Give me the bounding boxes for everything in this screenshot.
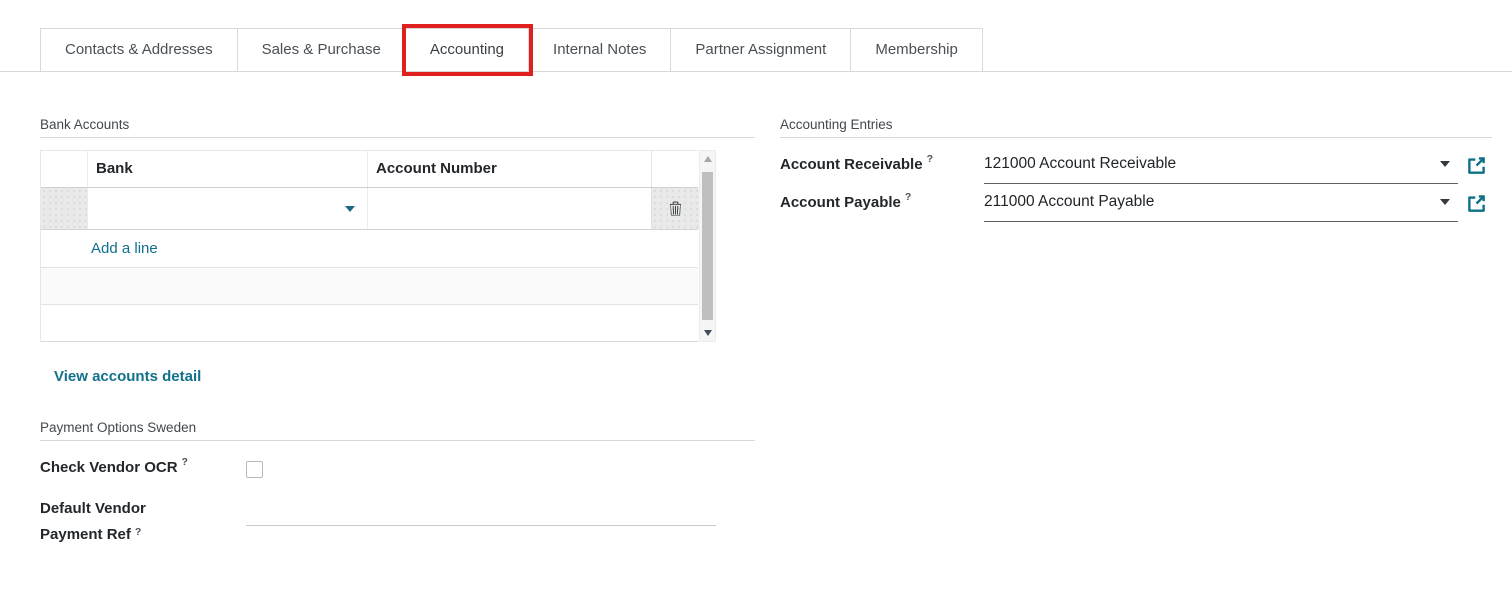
bank-column-header[interactable]: Bank [87, 151, 367, 187]
trash-icon [668, 201, 683, 217]
account-payable-label: Account Payable? [780, 194, 911, 211]
account-payable-value: 211000 Account Payable [984, 193, 1154, 210]
chevron-down-icon[interactable] [345, 206, 355, 212]
help-icon[interactable]: ? [927, 153, 933, 165]
bank-cell-dropdown[interactable] [87, 188, 367, 229]
scrollbar-thumb[interactable] [702, 172, 713, 320]
default-vendor-payment-ref-label: Default Vendor Payment Ref? [40, 496, 220, 548]
actions-column-header [651, 151, 699, 187]
tab-internal-notes[interactable]: Internal Notes [529, 28, 671, 72]
add-a-line-link[interactable]: Add a line [91, 240, 158, 257]
account-payable-select[interactable]: 211000 Account Payable [984, 191, 1458, 222]
check-vendor-ocr-checkbox[interactable] [246, 461, 263, 478]
bank-accounts-section-title: Bank Accounts [40, 117, 755, 138]
external-link-icon [1467, 194, 1486, 213]
scrollbar-up-button[interactable] [700, 151, 715, 167]
bank-accounts-table-header: Bank Account Number [41, 150, 698, 188]
chevron-down-icon[interactable] [1440, 161, 1450, 167]
check-vendor-ocr-label: Check Vendor OCR? [40, 459, 188, 476]
tab-sales-purchase[interactable]: Sales & Purchase [238, 28, 406, 72]
view-accounts-detail-button[interactable]: View accounts detail [54, 368, 201, 385]
tab-membership[interactable]: Membership [851, 28, 983, 72]
handle-column-header [41, 151, 87, 187]
chevron-down-icon[interactable] [1440, 199, 1450, 205]
partner-form-accounting-tab-page: Contacts & Addresses Sales & Purchase Ac… [0, 0, 1512, 597]
account-receivable-select[interactable]: 121000 Account Receivable [984, 153, 1458, 184]
arrow-up-icon [704, 156, 712, 162]
empty-table-row [41, 268, 698, 305]
accounting-entries-section-title: Accounting Entries [780, 117, 1492, 138]
account-receivable-value: 121000 Account Receivable [984, 155, 1176, 172]
empty-table-row [41, 305, 698, 342]
arrow-down-icon [704, 330, 712, 336]
table-scrollbar[interactable] [699, 150, 716, 342]
row-drag-handle[interactable] [41, 188, 87, 229]
bank-account-row [41, 188, 698, 230]
scrollbar-down-button[interactable] [700, 325, 715, 341]
help-icon[interactable]: ? [182, 456, 188, 468]
add-line-row: Add a line [41, 230, 698, 268]
external-link-icon [1467, 156, 1486, 175]
default-vendor-label-line2: Payment Ref [40, 526, 131, 543]
help-icon[interactable]: ? [135, 526, 141, 538]
tab-accounting[interactable]: Accounting [406, 28, 529, 72]
tab-contacts-addresses[interactable]: Contacts & Addresses [40, 28, 238, 72]
bank-accounts-table: Bank Account Number [40, 150, 716, 342]
account-receivable-label: Account Receivable? [780, 156, 933, 173]
tab-partner-assignment[interactable]: Partner Assignment [671, 28, 851, 72]
bank-accounts-table-body: Bank Account Number [40, 150, 698, 342]
default-vendor-label-line1: Default Vendor [40, 500, 146, 517]
open-payable-record-button[interactable] [1467, 194, 1486, 218]
account-number-cell-input[interactable] [367, 188, 651, 229]
open-receivable-record-button[interactable] [1467, 156, 1486, 180]
account-payable-label-text: Account Payable [780, 194, 901, 211]
default-vendor-payment-ref-input[interactable] [246, 500, 716, 526]
help-icon[interactable]: ? [905, 191, 911, 203]
check-vendor-ocr-label-text: Check Vendor OCR [40, 459, 178, 476]
account-receivable-label-text: Account Receivable [780, 156, 923, 173]
notebook-tab-bar: Contacts & Addresses Sales & Purchase Ac… [40, 28, 983, 72]
payment-options-section-title: Payment Options Sweden [40, 420, 755, 441]
delete-row-button[interactable] [651, 188, 699, 229]
account-number-column-header[interactable]: Account Number [367, 151, 651, 187]
